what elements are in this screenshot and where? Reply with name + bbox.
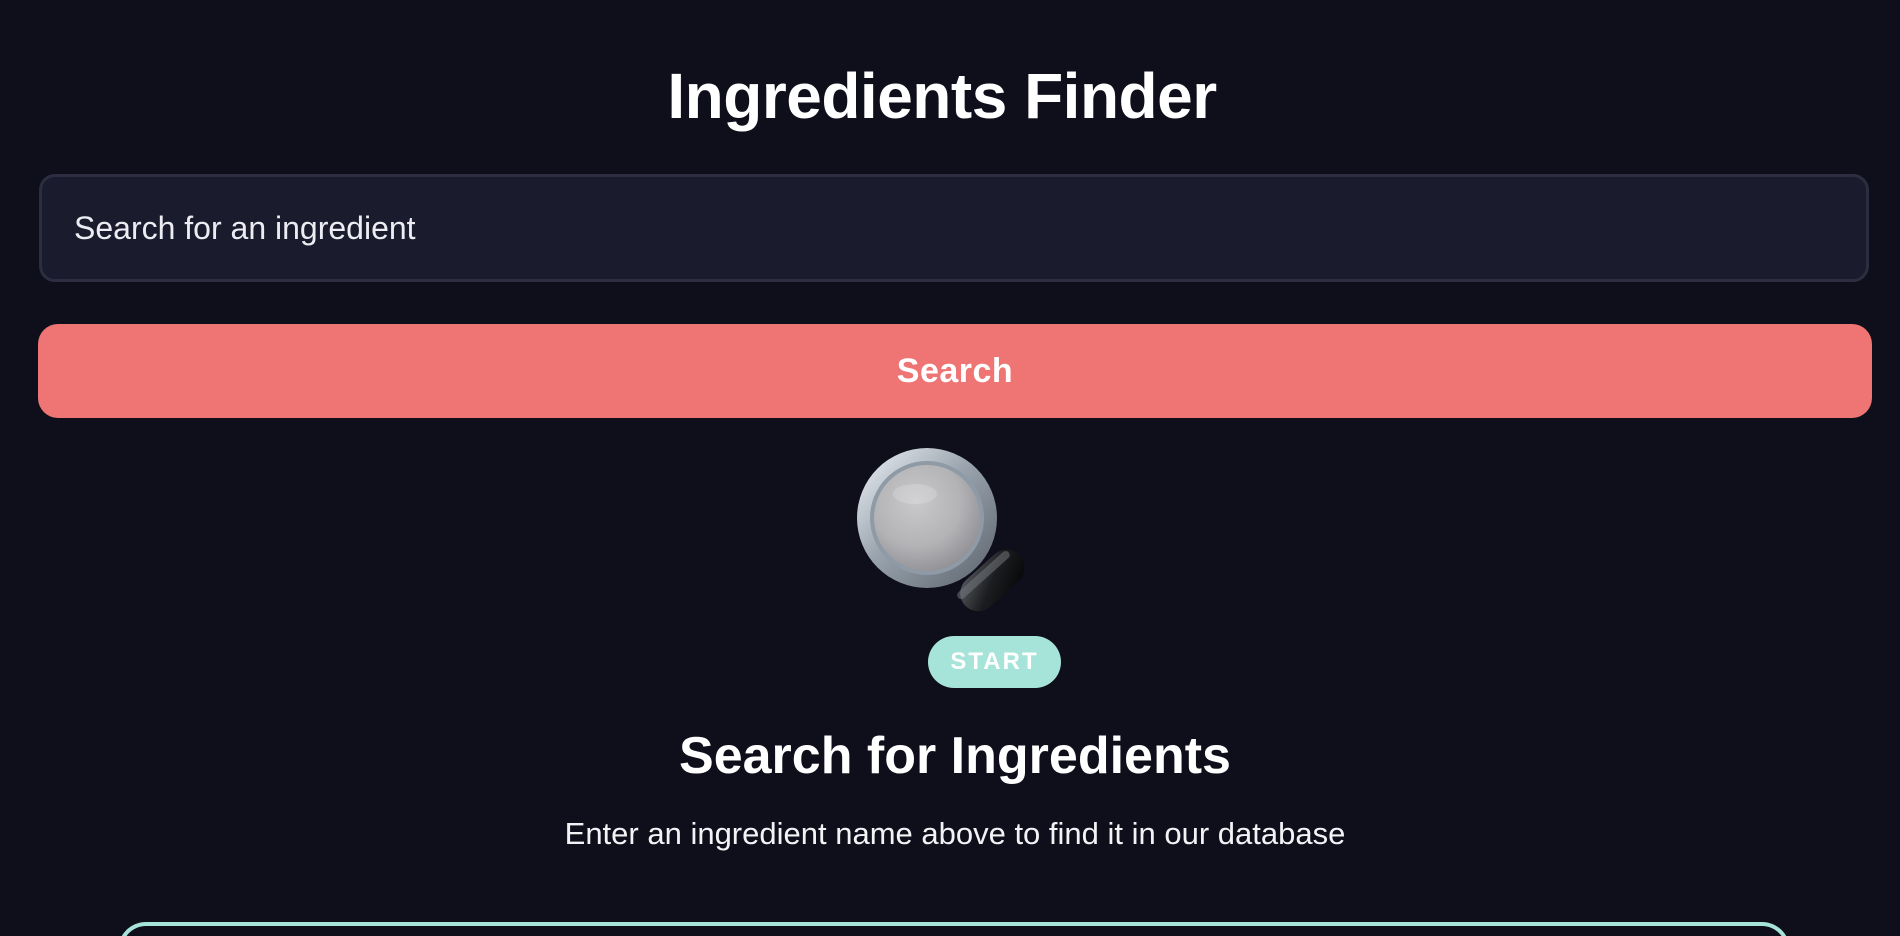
search-button[interactable]: Search	[38, 324, 1872, 418]
search-input[interactable]	[39, 174, 1869, 282]
magnifying-glass-icon	[855, 448, 1055, 633]
page: Ingredients Finder Search for an ingredi…	[0, 0, 1900, 936]
results-card	[118, 922, 1790, 936]
page-title: Ingredients Finder	[667, 60, 1217, 132]
empty-state-subtitle: Enter an ingredient name above to find i…	[564, 816, 1346, 851]
status-badge: START	[928, 636, 1061, 688]
empty-state-title: Search for Ingredients	[679, 727, 1231, 785]
